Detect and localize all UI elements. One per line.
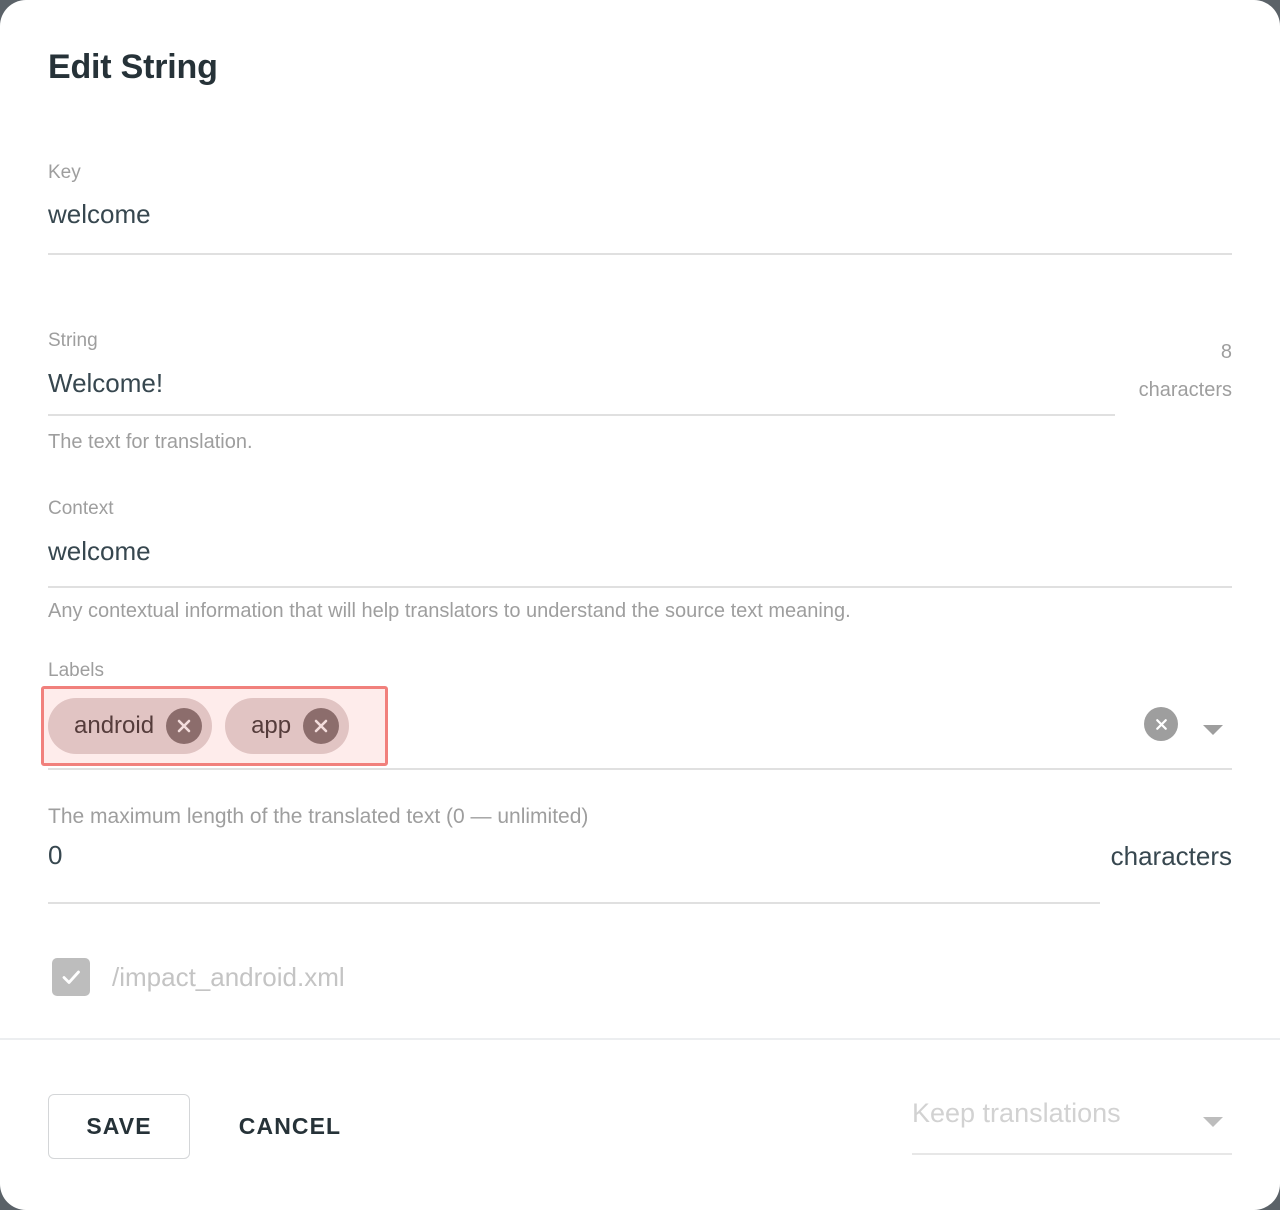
- string-field-helper-text: The text for translation.: [48, 431, 253, 453]
- context-field-underline: [48, 586, 1232, 588]
- context-field-label: Context: [48, 498, 114, 519]
- close-circle-icon[interactable]: [166, 708, 203, 744]
- label-chip[interactable]: app: [225, 698, 350, 754]
- label-chip-text: app: [251, 712, 292, 739]
- cancel-button[interactable]: CANCEL: [210, 1094, 370, 1159]
- chevron-down-icon[interactable]: [1203, 1117, 1223, 1127]
- max-length-field-label: The maximum length of the translated tex…: [48, 805, 589, 828]
- save-button[interactable]: SAVE: [48, 1094, 190, 1159]
- close-circle-icon[interactable]: [303, 708, 340, 744]
- keep-translations-underline: [912, 1153, 1232, 1155]
- labels-field-label: Labels: [48, 660, 104, 681]
- string-field-underline: [48, 414, 1115, 416]
- file-checkbox-row[interactable]: /impact_android.xml: [52, 958, 345, 996]
- page-title: Edit String: [48, 48, 218, 86]
- max-length-input[interactable]: 0: [48, 840, 62, 871]
- edit-string-dialog: Edit String Key welcome String Welcome! …: [0, 0, 1280, 1210]
- keep-translations-select[interactable]: Keep translations: [912, 1098, 1232, 1129]
- max-length-field-underline: [48, 902, 1100, 904]
- string-field-label: String: [48, 330, 98, 351]
- footer-divider: [0, 1038, 1280, 1040]
- key-field-label: Key: [48, 162, 81, 183]
- chevron-down-icon[interactable]: [1203, 725, 1223, 735]
- context-field-helper-text: Any contextual information that will hel…: [48, 600, 851, 622]
- string-character-unit: characters: [1138, 379, 1232, 401]
- key-field-underline: [48, 253, 1232, 255]
- labels-field-underline: [48, 768, 1232, 770]
- key-input[interactable]: welcome: [48, 199, 151, 230]
- labels-chip-list: android app: [48, 694, 350, 758]
- clear-all-circle-icon[interactable]: [1144, 707, 1178, 741]
- file-name-label: /impact_android.xml: [112, 961, 345, 992]
- label-chip[interactable]: android: [48, 698, 213, 754]
- string-character-count: 8: [1220, 341, 1232, 363]
- context-input[interactable]: welcome: [48, 536, 151, 567]
- string-character-counter: 8 characters: [1032, 333, 1232, 409]
- string-input[interactable]: Welcome!: [48, 368, 163, 399]
- max-length-unit-label: characters: [1110, 841, 1232, 871]
- checkmark-icon[interactable]: [52, 958, 90, 996]
- label-chip-text: android: [74, 712, 155, 739]
